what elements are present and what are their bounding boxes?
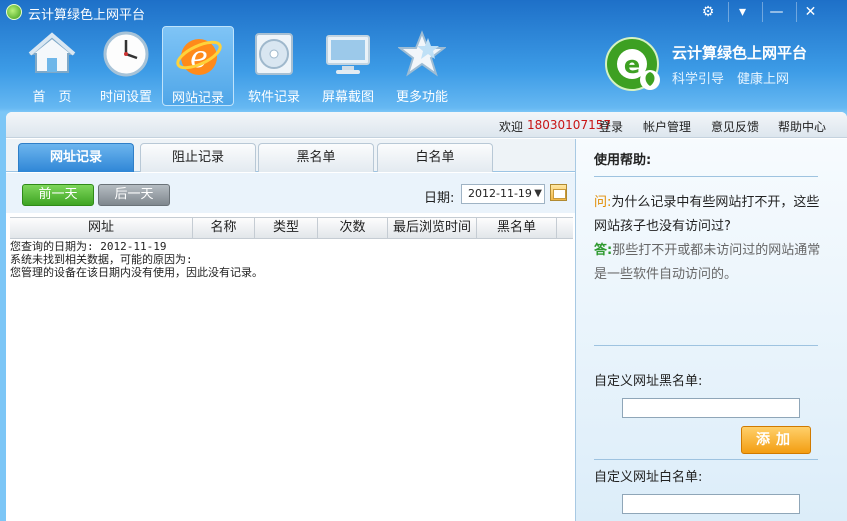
empty-message-line: 您查询的日期为: 2012-11-19 <box>10 240 167 253</box>
brand: e 云计算绿色上网平台 科学引导 健康上网 <box>604 36 834 96</box>
divider <box>594 176 818 177</box>
app-window: 云计算绿色上网平台 ⚙ ▾ — ✕ 首 页 时间设置 e 网站记录 软件记录 屏… <box>0 0 847 521</box>
svg-text:e: e <box>624 51 640 79</box>
login-link[interactable]: 登录 <box>599 118 623 135</box>
question-mark: 问: <box>594 195 612 210</box>
chevron-down-icon: ▼ <box>534 188 542 199</box>
nav-website-records-label: 网站记录 <box>171 91 224 106</box>
tab-url-records[interactable]: 网址记录 <box>18 143 134 172</box>
close-button[interactable]: ✕ <box>796 2 824 22</box>
blacklist-label: 自定义网址黑名单: <box>594 374 703 389</box>
monitor-icon <box>326 35 370 74</box>
nav-time-settings[interactable]: 时间设置 <box>90 26 162 106</box>
tab-whitelist[interactable]: 白名单 <box>377 143 493 172</box>
nav-more-features-label: 更多功能 <box>395 90 448 105</box>
nav-screenshot-label: 屏幕截图 <box>321 90 374 105</box>
date-value: 2012-11-19 <box>468 187 532 200</box>
records-table-header: 网址 名称 类型 次数 最后浏览时间 黑名单 <box>10 217 573 239</box>
empty-message-line: 您管理的设备在该日期内没有使用，因此没有记录。 <box>10 266 263 279</box>
date-toolbar: 前一天 后一天 日期: 2012-11-19 ▼ <box>6 173 575 213</box>
divider <box>594 459 818 460</box>
brand-slogan: 科学引导 健康上网 <box>672 72 790 87</box>
column-header-last-visit: 最后浏览时间 <box>388 218 477 238</box>
help-center-link[interactable]: 帮助中心 <box>778 118 826 135</box>
nav-home[interactable]: 首 页 <box>16 26 88 106</box>
feedback-link[interactable]: 意见反馈 <box>711 118 759 135</box>
window-title: 云计算绿色上网平台 <box>28 8 146 23</box>
blacklist-url-input[interactable] <box>622 398 800 418</box>
question-text: 为什么记录中有些网站打不开，这些网站孩子也没有访问过? <box>594 195 820 234</box>
browser-e-icon: e <box>176 39 222 75</box>
next-day-button[interactable]: 后一天 <box>98 184 170 206</box>
divider <box>594 345 818 346</box>
minimize-button[interactable]: — <box>762 2 790 22</box>
home-icon <box>28 32 76 73</box>
help-answer: 答:那些打不开或都未访问过的网站通常是一些软件自动访问的。 <box>594 239 824 287</box>
date-label: 日期: <box>424 191 455 206</box>
nav-software-records-label: 软件记录 <box>247 90 300 105</box>
help-panel: 使用帮助: 问:为什么记录中有些网站打不开，这些网站孩子也没有访问过? 答:那些… <box>575 139 847 521</box>
nav-screenshot[interactable]: 屏幕截图 <box>312 26 384 106</box>
empty-message-line: 系统未找到相关数据，可能的原因为: <box>10 253 193 266</box>
column-header-name: 名称 <box>193 218 255 238</box>
brand-name: 云计算绿色上网平台 <box>672 44 808 62</box>
nav-time-settings-label: 时间设置 <box>99 90 152 105</box>
content-area: 欢迎 18030107157 登录 帐户管理 意见反馈 帮助中心 网址记录 阻止… <box>6 112 847 521</box>
date-select[interactable]: 2012-11-19 ▼ <box>461 184 545 204</box>
records-panel: 网址记录 阻止记录 黑名单 白名单 前一天 后一天 日期: 2012-11-19… <box>6 139 575 521</box>
column-header-count: 次数 <box>318 218 388 238</box>
nav-home-label: 首 页 <box>32 90 72 105</box>
records-table-body: 您查询的日期为: 2012-11-19 系统未找到相关数据，可能的原因为: 您管… <box>10 240 573 521</box>
disc-icon <box>255 33 293 75</box>
account-management-link[interactable]: 帐户管理 <box>643 118 691 135</box>
column-header-blacklist: 黑名单 <box>477 218 557 238</box>
whitelist-url-input[interactable] <box>622 494 800 514</box>
account-bar: 欢迎 18030107157 登录 帐户管理 意见反馈 帮助中心 <box>6 112 847 138</box>
welcome-text: 欢迎 <box>499 120 524 134</box>
help-title: 使用帮助: <box>594 153 652 168</box>
column-header-url: 网址 <box>10 218 193 238</box>
nav-website-records[interactable]: e 网站记录 <box>162 26 234 106</box>
column-header-type: 类型 <box>255 218 318 238</box>
nav-software-records[interactable]: 软件记录 <box>238 26 310 106</box>
menu-dropdown-button[interactable]: ▾ <box>728 2 756 22</box>
prev-day-button[interactable]: 前一天 <box>22 184 94 206</box>
calendar-icon[interactable] <box>550 184 567 201</box>
answer-mark: 答: <box>594 243 613 258</box>
whitelist-label: 自定义网址白名单: <box>594 470 703 485</box>
settings-gear-icon[interactable]: ⚙ <box>694 2 722 22</box>
help-question: 问:为什么记录中有些网站打不开，这些网站孩子也没有访问过? <box>594 191 824 239</box>
tab-blocked-records[interactable]: 阻止记录 <box>140 143 256 172</box>
tab-blacklist[interactable]: 黑名单 <box>258 143 374 172</box>
title-bar: 云计算绿色上网平台 ⚙ ▾ — ✕ <box>0 0 847 24</box>
clock-icon <box>103 31 149 77</box>
brand-logo-icon: e <box>605 37 660 91</box>
record-tabs: 网址记录 阻止记录 黑名单 白名单 <box>6 139 575 172</box>
add-button[interactable]: 添加 <box>741 426 811 454</box>
app-logo-icon <box>6 4 22 20</box>
nav-more-features[interactable]: 更多功能 <box>386 26 458 106</box>
answer-text: 那些打不开或都未访问过的网站通常是一些软件自动访问的。 <box>594 243 821 282</box>
star-icon <box>398 30 446 77</box>
